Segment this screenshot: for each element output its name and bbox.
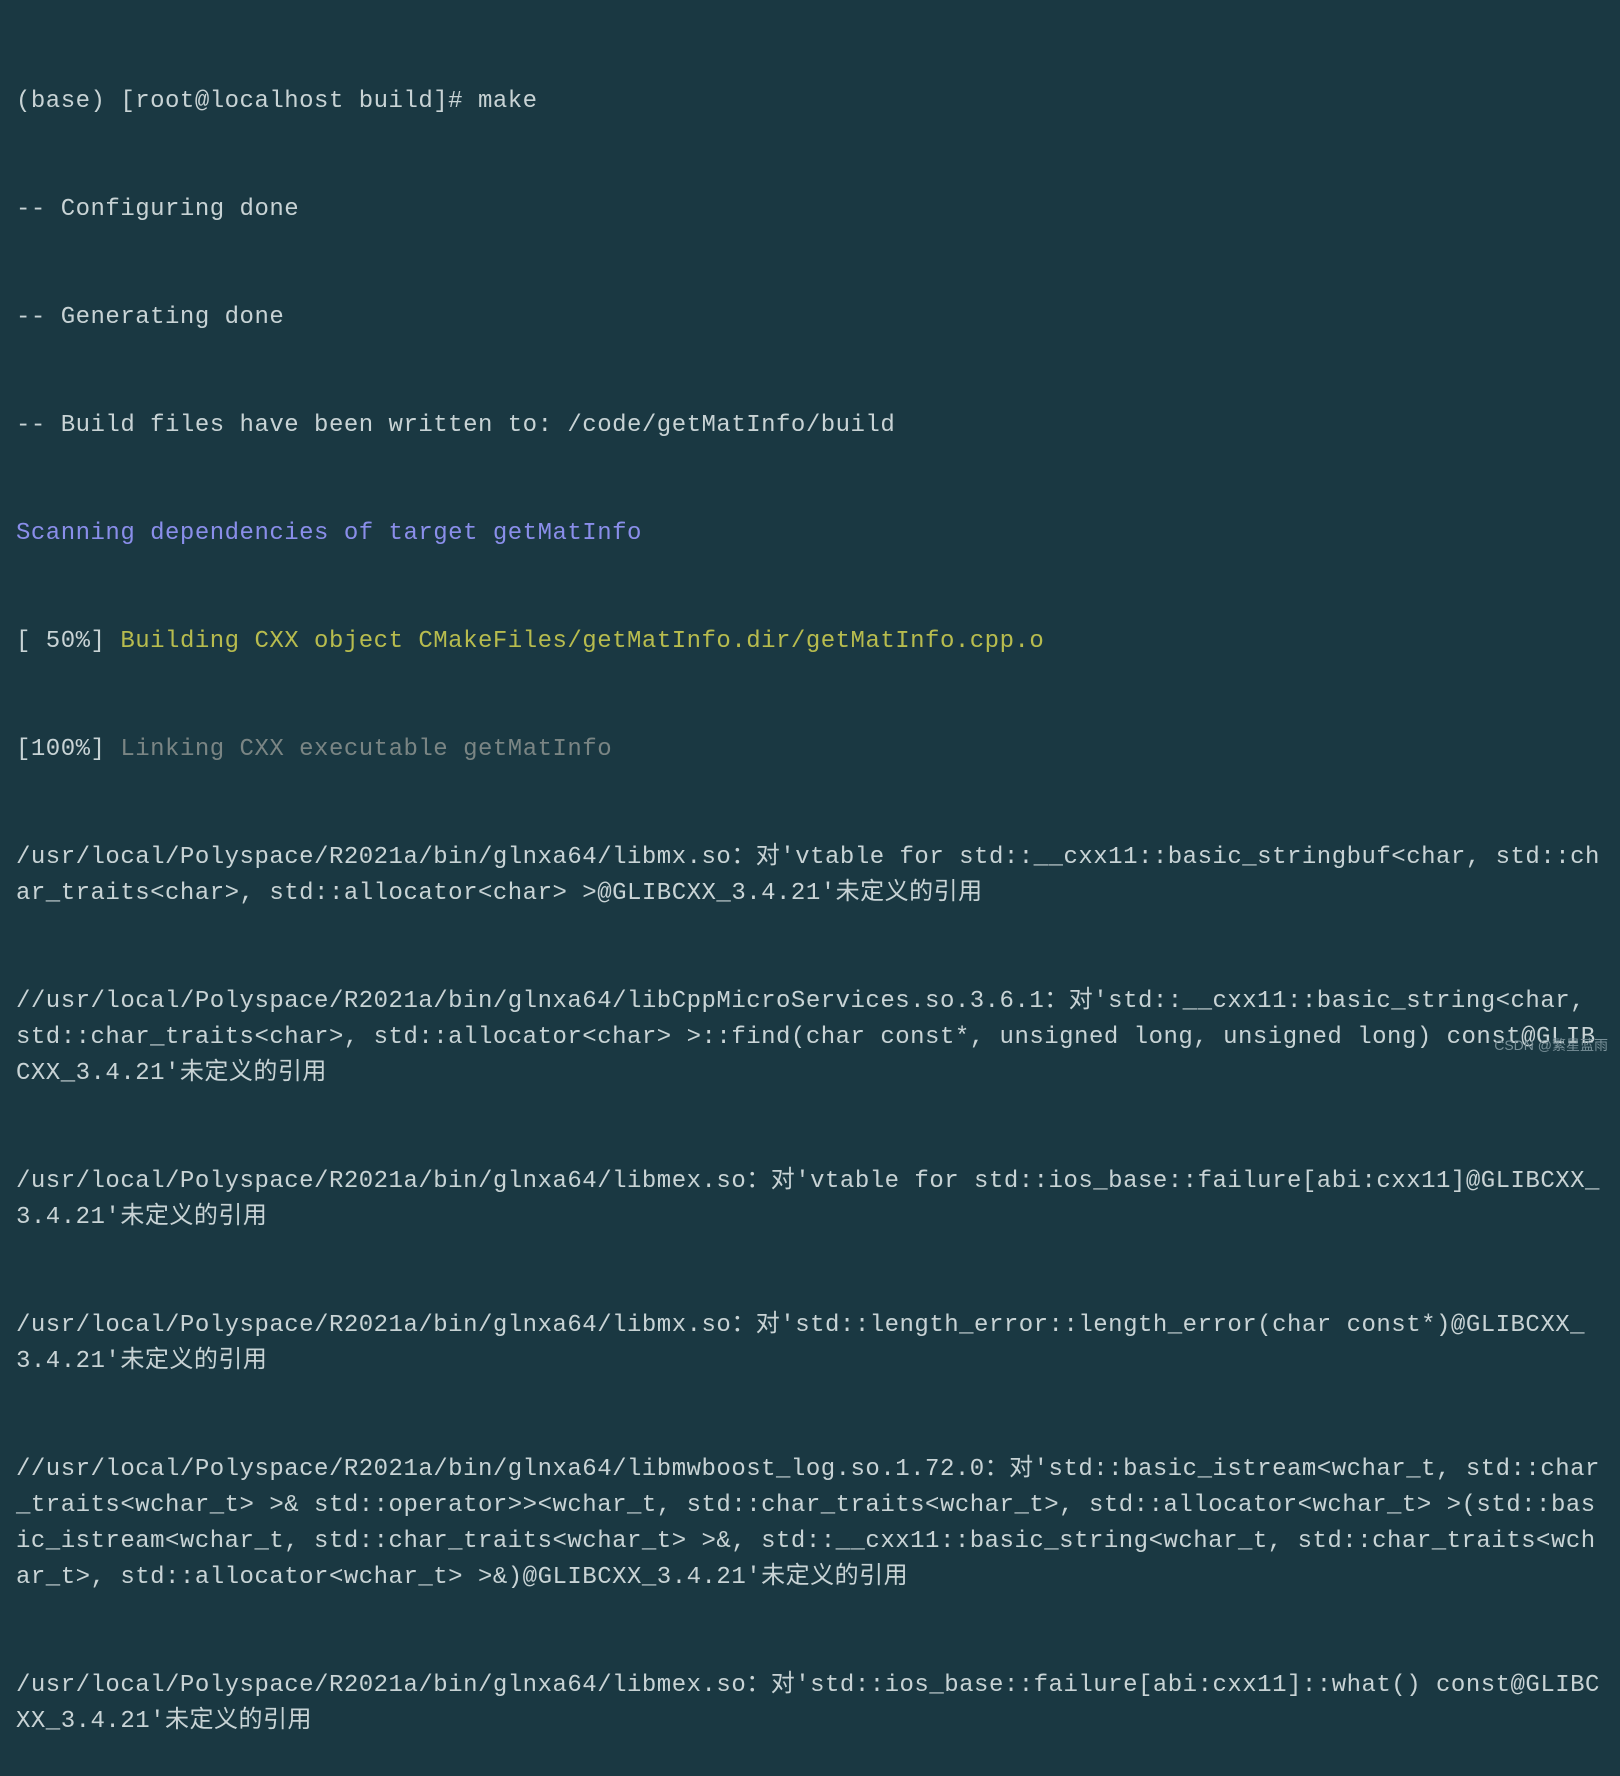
linker-error-line: /usr/local/Polyspace/R2021a/bin/glnxa64/…	[16, 840, 1604, 912]
watermark-text: CSDN @繁星蓝雨	[1494, 1035, 1608, 1056]
building-text: Building CXX object CMakeFiles/getMatInf…	[120, 628, 1044, 655]
linker-error-line: /usr/local/Polyspace/R2021a/bin/glnxa64/…	[16, 1308, 1604, 1380]
linker-error-line: /usr/local/Polyspace/R2021a/bin/glnxa64/…	[16, 1668, 1604, 1740]
linker-error-line: //usr/local/Polyspace/R2021a/bin/glnxa64…	[16, 1452, 1604, 1596]
scanning-deps-line: Scanning dependencies of target getMatIn…	[16, 516, 1604, 552]
cmake-configure-line: -- Configuring done	[16, 192, 1604, 228]
build-progress-100: [100%] Linking CXX executable getMatInfo	[16, 732, 1604, 768]
shell-prompt: (base) [root@localhost build]# make	[16, 84, 1604, 120]
cmake-build-files-line: -- Build files have been written to: /co…	[16, 408, 1604, 444]
progress-50-prefix: [ 50%]	[16, 628, 120, 655]
linker-error-line: /usr/local/Polyspace/R2021a/bin/glnxa64/…	[16, 1164, 1604, 1236]
cmake-generate-line: -- Generating done	[16, 300, 1604, 336]
progress-100-prefix: [100%]	[16, 736, 120, 763]
linking-text: Linking CXX executable getMatInfo	[120, 736, 612, 763]
linker-error-line: //usr/local/Polyspace/R2021a/bin/glnxa64…	[16, 984, 1604, 1092]
build-progress-50: [ 50%] Building CXX object CMakeFiles/ge…	[16, 624, 1604, 660]
terminal-output[interactable]: (base) [root@localhost build]# make -- C…	[16, 12, 1604, 1776]
